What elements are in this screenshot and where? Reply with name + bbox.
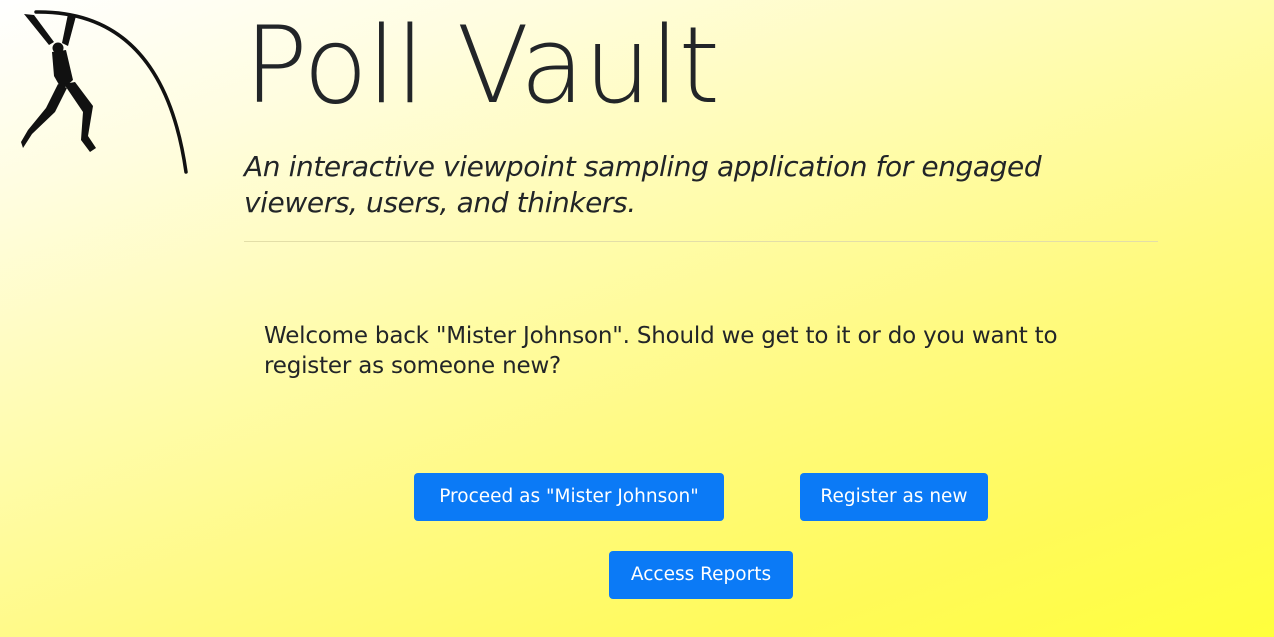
page-title: Poll Vault [244,4,720,127]
welcome-message: Welcome back "Mister Johnson". Should we… [264,323,1058,379]
app-tagline: An interactive viewpoint sampling applic… [244,150,1042,219]
proceed-as-user-button[interactable]: Proceed as "Mister Johnson" [414,473,724,521]
pole-vaulter-icon [18,8,193,178]
register-as-new-button[interactable]: Register as new [800,473,988,521]
access-reports-button[interactable]: Access Reports [609,551,793,599]
divider [244,241,1158,242]
